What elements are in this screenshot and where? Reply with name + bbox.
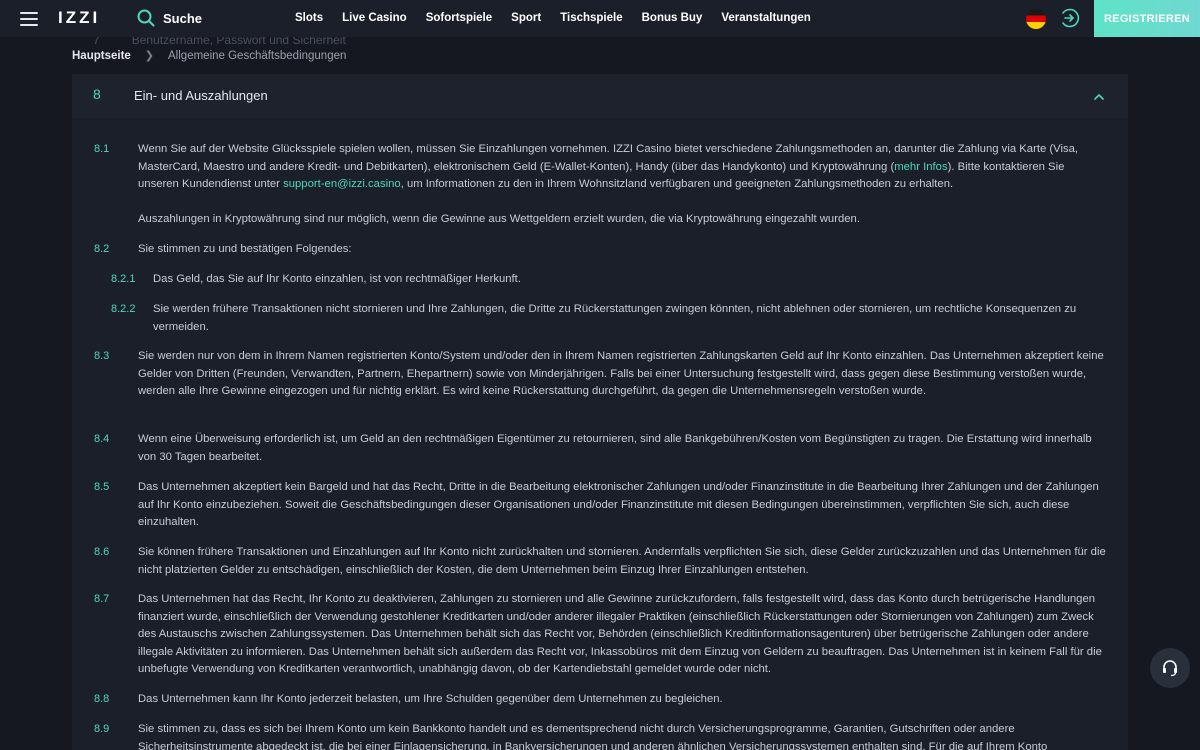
menu-icon[interactable] <box>20 12 38 26</box>
nav-veranstaltungen[interactable]: Veranstaltungen <box>721 12 810 24</box>
clause-text: Wenn Sie auf der Website Glücksspiele sp… <box>138 141 1108 194</box>
clause-text: Auszahlungen in Kryptowährung sind nur m… <box>138 213 860 225</box>
chevron-right-icon: ❯ <box>144 50 155 62</box>
clause-number: 8.1 <box>94 143 110 155</box>
register-button[interactable]: REGISTRIEREN <box>1094 0 1200 37</box>
nav-sofortspiele[interactable]: Sofortspiele <box>426 12 492 24</box>
clause-text: Das Unternehmen hat das Recht, Ihr Konto… <box>138 593 1102 675</box>
more-info-link[interactable]: mehr Infos <box>894 161 947 173</box>
login-icon[interactable] <box>1060 8 1080 28</box>
section-number: 8 <box>93 86 101 102</box>
breadcrumb: Hauptseite ❯ Allgemeine Geschäftsbedingu… <box>72 49 347 63</box>
search-icon <box>137 9 155 27</box>
clause-number: 8.2.2 <box>111 303 136 315</box>
clause-text: Sie stimmen zu, dass es sich bei Ihrem K… <box>138 723 1048 750</box>
chevron-up-icon[interactable] <box>1092 90 1106 104</box>
nav-live-casino[interactable]: Live Casino <box>342 12 407 24</box>
headset-icon <box>1163 660 1177 677</box>
clause-text: Wenn eine Überweisung erforderlich ist, … <box>138 433 1092 463</box>
clause-number: 8.2.1 <box>111 273 136 285</box>
clause-text-part: , um Informationen zu den in Ihrem Wohns… <box>400 178 954 190</box>
clause-number: 8.3 <box>94 350 110 362</box>
section-accordion-header[interactable]: 8 Ein- und Auszahlungen <box>72 74 1128 118</box>
top-header: IZZI Suche Slots Live Casino Sofortspiel… <box>0 0 1200 37</box>
logo[interactable]: IZZI <box>58 8 100 28</box>
search-label: Suche <box>163 10 203 26</box>
clause-text: Das Geld, das Sie auf Ihr Konto einzahle… <box>153 273 521 285</box>
clause-text: Das Unternehmen kann Ihr Konto jederzeit… <box>138 693 723 705</box>
clause-text: Das Unternehmen akzeptiert kein Bargeld … <box>138 481 1099 528</box>
clause-number: 8.4 <box>94 433 110 445</box>
clause-number: 8.2 <box>94 243 110 255</box>
nav-sport[interactable]: Sport <box>511 12 541 24</box>
nav-bonus-buy[interactable]: Bonus Buy <box>642 12 703 24</box>
breadcrumb-current: Allgemeine Geschäftsbedingungen <box>168 49 347 62</box>
support-chat-button[interactable] <box>1150 648 1190 688</box>
clause-text: Sie werden frühere Transaktionen nicht s… <box>153 303 1077 333</box>
breadcrumb-home-link[interactable]: Hauptseite <box>72 50 131 62</box>
nav-slots[interactable]: Slots <box>295 12 323 24</box>
clause-number: 8.5 <box>94 481 110 493</box>
language-flag-icon[interactable] <box>1026 9 1046 29</box>
clause-text: Sie stimmen zu und bestätigen Folgendes: <box>138 243 352 255</box>
clause-number: 8.7 <box>94 593 110 605</box>
clause-number: 8.6 <box>94 546 110 558</box>
section-content: 8.1 Wenn Sie auf der Website Glücksspiel… <box>72 118 1128 750</box>
nav-tischspiele[interactable]: Tischspiele <box>560 12 622 24</box>
section-title: Ein- und Auszahlungen <box>134 88 268 103</box>
support-email-link[interactable]: support-en@izzi.casino <box>283 178 401 190</box>
clause-text: Sie werden nur von dem in Ihrem Namen re… <box>138 350 1104 397</box>
clause-number: 8.9 <box>94 723 110 735</box>
main-nav: Slots Live Casino Sofortspiele Sport Tis… <box>295 12 830 24</box>
clause-text: Sie können frühere Transaktionen und Ein… <box>138 546 1106 576</box>
search-button[interactable]: Suche <box>137 9 202 27</box>
clause-number: 8.8 <box>94 693 110 705</box>
